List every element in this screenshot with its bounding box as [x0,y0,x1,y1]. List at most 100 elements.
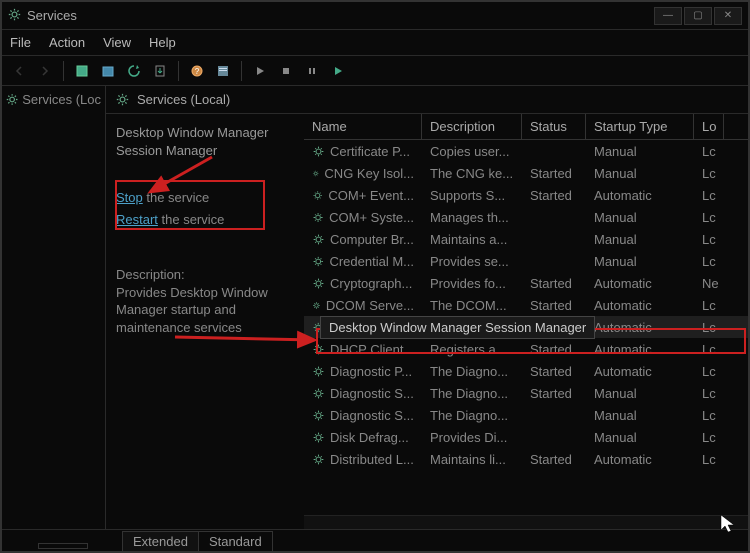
cell-logon: Lc [694,320,724,335]
properties-button[interactable] [212,60,234,82]
tab-standard[interactable]: Standard [198,531,273,551]
cell-logon: Lc [694,430,724,445]
service-row[interactable]: Credential M...Provides se...ManualLc [304,250,748,272]
cell-logon: Lc [694,452,724,467]
gear-icon [312,453,325,466]
cell-startup: Automatic [586,298,694,313]
gear-icon [312,299,321,312]
cell-logon: Ne [694,276,724,291]
services-list: Name Description Status Startup Type Lo … [304,114,748,529]
cell-description: The Diagno... [422,386,522,401]
menu-help[interactable]: Help [149,35,176,50]
col-description[interactable]: Description [422,114,522,139]
tab-extended[interactable]: Extended [122,531,199,551]
cell-logon: Lc [694,210,724,225]
stop-service-link[interactable]: Stop [116,190,143,205]
gear-icon [312,233,325,246]
stop-service-text: the service [143,190,209,205]
service-tooltip: Desktop Window Manager Session Manager [320,316,595,339]
cell-name: CNG Key Isol... [324,166,414,181]
service-row[interactable]: Diagnostic S...The Diagno...ManualLc [304,404,748,426]
service-row[interactable]: DCOM Serve...The DCOM...StartedAutomatic… [304,294,748,316]
minimize-button[interactable]: — [654,7,682,25]
cell-description: Provides Di... [422,430,522,445]
main-header: Services (Local) [106,86,748,114]
cell-description: The DCOM... [422,298,522,313]
cell-startup: Automatic [586,364,694,379]
col-logon[interactable]: Lo [694,114,724,139]
gear-icon [312,277,325,290]
cell-startup: Manual [586,144,694,159]
cell-name: Credential M... [329,254,414,269]
horizontal-scrollbar[interactable] [304,515,748,529]
description-text: Provides Desktop Window Manager startup … [116,284,296,337]
gear-icon [312,409,325,422]
cell-logon: Lc [694,342,724,357]
close-button[interactable]: ✕ [714,7,742,25]
titlebar: Services — ▢ ✕ [2,2,748,30]
cell-logon: Lc [694,364,724,379]
toolbar-icon-2[interactable] [97,60,119,82]
cell-status: Started [522,188,586,203]
stop-service-button[interactable] [275,60,297,82]
gear-icon [312,387,325,400]
back-button[interactable] [8,60,30,82]
service-row[interactable]: Disk Defrag...Provides Di...ManualLc [304,426,748,448]
service-row[interactable]: Cryptograph... Provides fo...StartedAutom… [304,272,748,294]
main-header-label: Services (Local) [137,92,230,107]
cell-startup: Automatic [586,452,694,467]
cell-startup: Automatic [586,276,694,291]
gear-icon [312,255,324,268]
cell-name: Diagnostic S... [330,408,414,423]
cell-status: Started [522,276,586,291]
cell-logon: Lc [694,408,724,423]
cell-logon: Lc [694,144,724,159]
service-row[interactable]: DHCP ClientRegisters a...StartedAutomati… [304,338,748,360]
cell-logon: Lc [694,298,724,313]
start-service-button[interactable] [249,60,271,82]
service-row[interactable]: Certificate P...Copies user...ManualLc [304,140,748,162]
service-row[interactable]: Computer Br...Maintains a...ManualLc [304,228,748,250]
selected-service-name: Desktop Window Manager Session Manager [116,124,296,159]
cell-description: Provides fo... [422,276,522,291]
service-row[interactable]: CNG Key Isol...The CNG ke...StartedManua… [304,162,748,184]
cell-logon: Lc [694,254,724,269]
cell-startup: Manual [586,430,694,445]
mouse-cursor [720,514,736,539]
menu-action[interactable]: Action [49,35,85,50]
restart-service-link[interactable]: Restart [116,212,158,227]
toolbar-icon-1[interactable] [71,60,93,82]
view-tabs: Extended Standard [2,529,748,551]
tree-root-services[interactable]: Services (Loc [6,92,101,107]
service-row[interactable]: Distributed L...Maintains li...StartedAu… [304,448,748,470]
menu-view[interactable]: View [103,35,131,50]
col-startup-type[interactable]: Startup Type [586,114,694,139]
cell-name: Cryptograph... [330,276,412,291]
cell-description: Maintains li... [422,452,522,467]
cell-description: Manages th... [422,210,522,225]
gear-icon [312,365,325,378]
gear-icon [312,145,325,158]
export-button[interactable] [149,60,171,82]
forward-button[interactable] [34,60,56,82]
restart-service-button[interactable] [327,60,349,82]
col-name[interactable]: Name [304,114,422,139]
service-row[interactable]: COM+ Syste...Manages th...ManualLc [304,206,748,228]
pause-service-button[interactable] [301,60,323,82]
refresh-button[interactable] [123,60,145,82]
cell-status: Started [522,364,586,379]
cell-description: The Diagno... [422,364,522,379]
maximize-button[interactable]: ▢ [684,7,712,25]
cell-description: Supports S... [422,188,522,203]
cell-description: Provides se... [422,254,522,269]
cell-startup: Manual [586,232,694,247]
cell-status: Started [522,386,586,401]
toolbar: ? [2,56,748,86]
service-row[interactable]: COM+ Event...Supports S...StartedAutomat… [304,184,748,206]
service-row[interactable]: Diagnostic P...The Diagno...StartedAutom… [304,360,748,382]
menu-file[interactable]: File [10,35,31,50]
col-status[interactable]: Status [522,114,586,139]
cell-name: COM+ Syste... [329,210,414,225]
service-row[interactable]: Diagnostic S...The Diagno...StartedManua… [304,382,748,404]
help-button[interactable]: ? [186,60,208,82]
